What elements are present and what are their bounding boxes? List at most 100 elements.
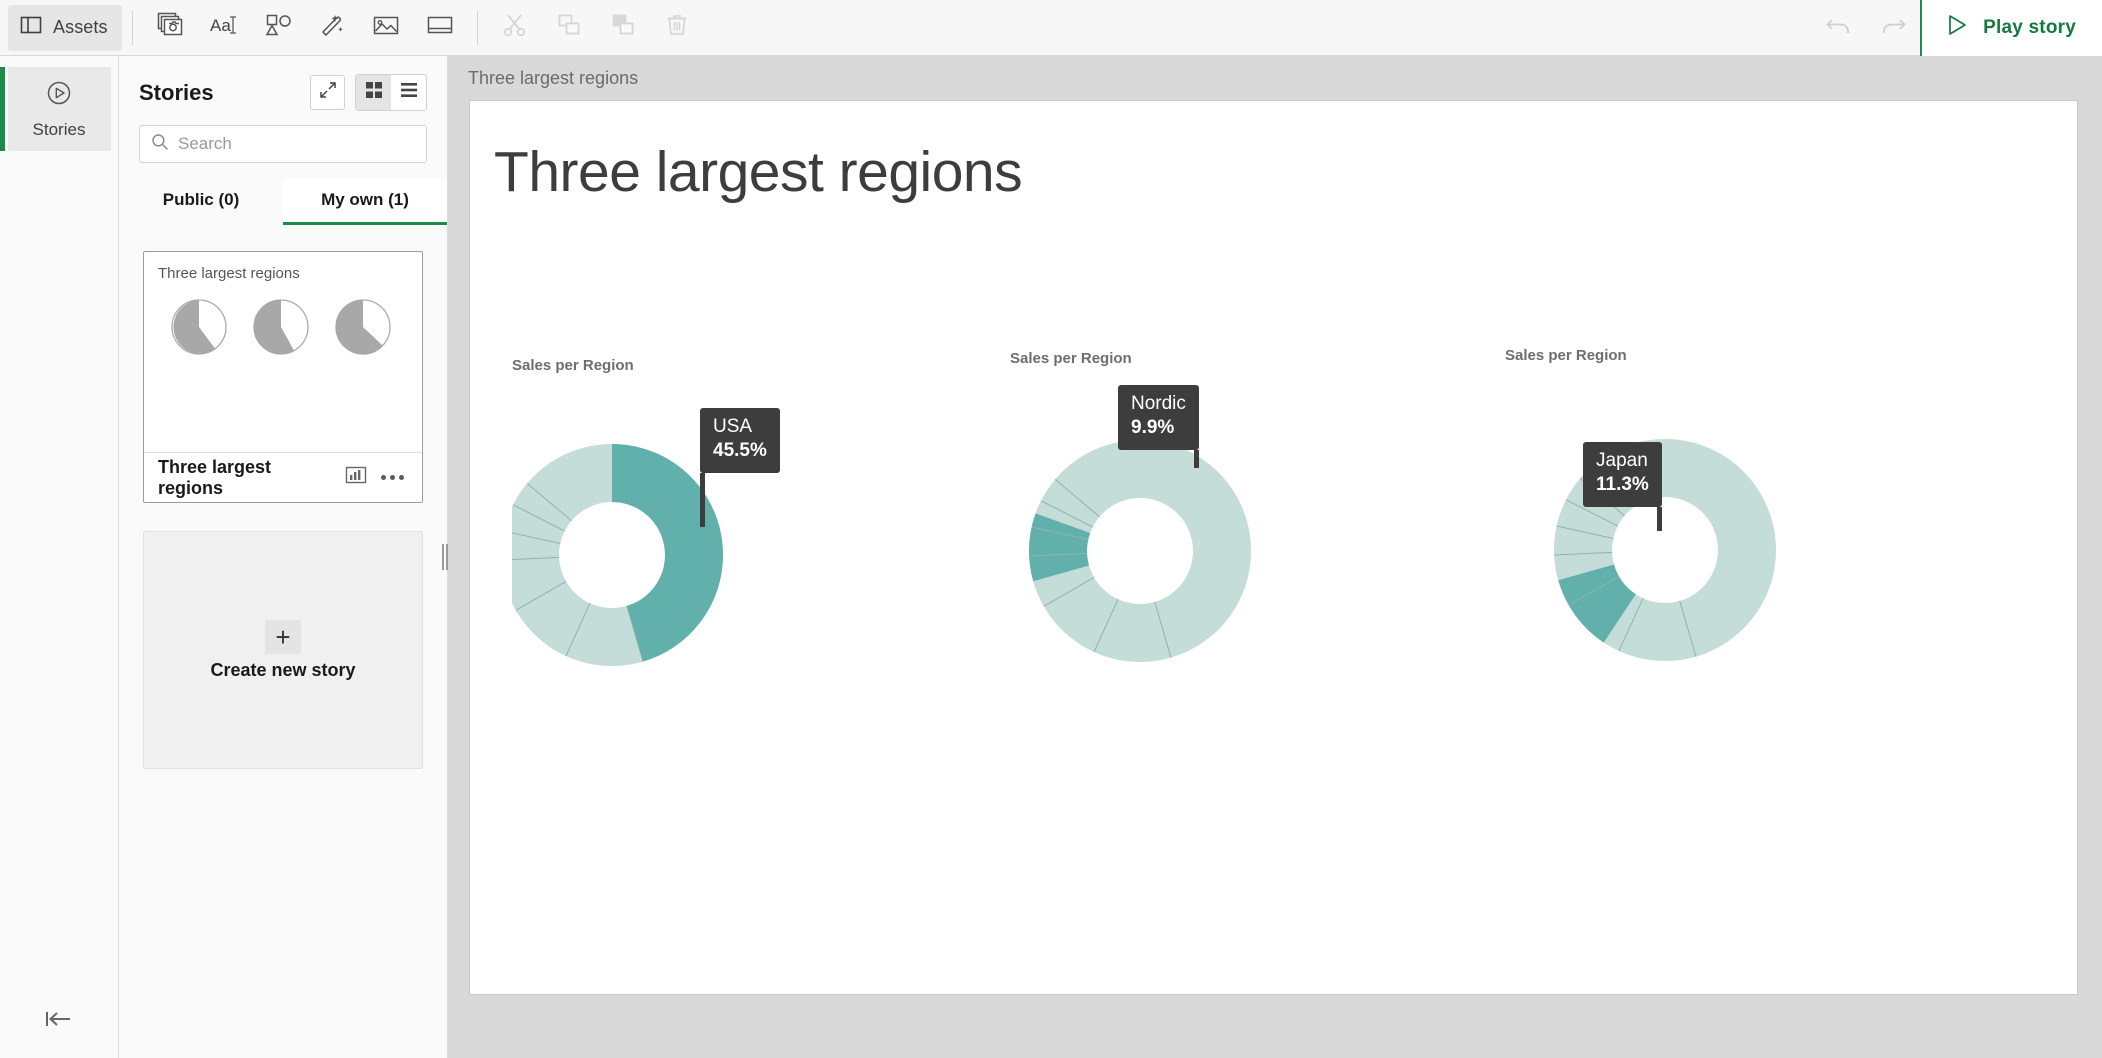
stories-tabs: Public (0) My own (1) bbox=[119, 179, 447, 225]
stories-panel-title: Stories bbox=[139, 79, 214, 105]
search-input[interactable] bbox=[178, 134, 415, 154]
thumb-pie-icon-1 bbox=[170, 298, 228, 361]
tab-public[interactable]: Public (0) bbox=[119, 179, 283, 225]
story-card[interactable]: Three largest regions Three largest regi… bbox=[143, 251, 423, 503]
sheet-icon bbox=[426, 12, 454, 43]
assets-button[interactable]: Assets bbox=[8, 4, 122, 51]
shapes-icon bbox=[264, 12, 292, 43]
tooltip-stem bbox=[1193, 449, 1199, 468]
panel-splitter[interactable] bbox=[440, 56, 450, 1058]
create-new-story-card[interactable]: + Create new story bbox=[143, 531, 423, 769]
donut-chart-1[interactable]: Sales per Region USA 45.5% bbox=[512, 357, 1052, 710]
media-image-icon-button[interactable] bbox=[359, 5, 413, 51]
create-new-story-label: Create new story bbox=[210, 659, 356, 680]
toolbar-divider-2 bbox=[476, 10, 478, 45]
effects-icon-button[interactable] bbox=[305, 5, 359, 51]
play-story-button[interactable]: Play story bbox=[1920, 0, 2102, 56]
donut-chart-1-tooltip: USA 45.5% bbox=[700, 408, 780, 527]
donut-chart-3[interactable]: Sales per Region Japan 11.3% bbox=[1505, 347, 2045, 700]
left-rail: Stories bbox=[0, 56, 119, 1058]
grid-icon bbox=[365, 81, 383, 104]
assets-button-label: Assets bbox=[53, 17, 108, 37]
donut-chart-2-tooltip: Nordic 9.9% bbox=[1118, 385, 1199, 468]
donut-chart-2-tooltip-label: Nordic bbox=[1131, 393, 1186, 414]
text-icon: Aa bbox=[210, 12, 238, 43]
expand-diagonal-icon bbox=[318, 80, 338, 105]
story-thumbnail-charts bbox=[158, 298, 408, 361]
donut-chart-2-title: Sales per Region bbox=[1010, 350, 1132, 367]
list-view-button[interactable] bbox=[391, 75, 426, 110]
toolbar-right-group: Play story bbox=[1812, 0, 2102, 56]
collapse-left-icon bbox=[42, 1006, 76, 1037]
story-editor-app: Assets Aa Play story Stories Stories Sea… bbox=[0, 0, 2102, 1058]
donut-chart-3-tooltip-value: 11.3% bbox=[1596, 474, 1649, 496]
donut-chart-3-title: Sales per Region bbox=[1505, 347, 1627, 364]
story-chart-icon[interactable] bbox=[345, 464, 367, 491]
donut-chart-3-tooltip-label: Japan bbox=[1596, 450, 1648, 471]
stories-panel-header: Stories bbox=[119, 56, 447, 111]
undo-button[interactable] bbox=[1812, 5, 1866, 51]
thumb-pie-icon-3 bbox=[334, 298, 392, 361]
donut-chart-1-tooltip-label: USA bbox=[713, 416, 753, 437]
paste-icon bbox=[610, 12, 636, 43]
expand-panel-button[interactable] bbox=[310, 75, 345, 110]
snapshot-library-icon-button[interactable] bbox=[143, 5, 197, 51]
top-toolbar: Assets Aa Play story bbox=[0, 0, 2102, 56]
grid-view-button[interactable] bbox=[356, 75, 391, 110]
stories-list: Three largest regions Three largest regi… bbox=[119, 225, 447, 1058]
play-triangle-icon bbox=[1944, 12, 1970, 43]
snapshot-library-icon bbox=[157, 12, 183, 43]
play-story-label: Play story bbox=[1983, 16, 2076, 38]
story-thumbnail: Three largest regions bbox=[144, 252, 422, 452]
redo-icon bbox=[1878, 12, 1908, 43]
shapes-icon-button[interactable] bbox=[251, 5, 305, 51]
stories-search[interactable] bbox=[139, 125, 427, 163]
tooltip-stem bbox=[1656, 506, 1662, 531]
media-image-icon bbox=[372, 12, 400, 43]
donut-chart-3-tooltip: Japan 11.3% bbox=[1583, 442, 1662, 531]
collapse-rail-button[interactable] bbox=[0, 984, 118, 1058]
tab-my-own[interactable]: My own (1) bbox=[283, 179, 447, 225]
play-circle-icon bbox=[44, 78, 74, 113]
tooltip-stem bbox=[700, 472, 705, 527]
cut-icon-button[interactable] bbox=[488, 5, 542, 51]
sidebar-item-stories[interactable]: Stories bbox=[0, 67, 111, 151]
donut-chart-1-tooltip-value: 45.5% bbox=[713, 440, 767, 462]
stories-panel: Stories Search Public (0) My own (1) Thr… bbox=[119, 56, 448, 1058]
effects-icon bbox=[318, 12, 346, 43]
story-more-menu[interactable] bbox=[377, 469, 408, 486]
story-canvas-area: Three largest regions Three largest regi… bbox=[448, 56, 2102, 1058]
donut-chart-3-graphic: Japan 11.3% bbox=[1505, 390, 2045, 700]
plus-icon: + bbox=[265, 619, 301, 654]
text-icon-button[interactable]: Aa bbox=[197, 5, 251, 51]
stories-panel-actions bbox=[310, 74, 427, 111]
svg-text:Aa: Aa bbox=[210, 16, 231, 35]
donut-chart-2[interactable]: Sales per Region Nordic 9.9% bbox=[1010, 350, 1550, 703]
app-body: Stories Stories Search Public (0) My own… bbox=[0, 56, 2102, 1058]
view-mode-toggle bbox=[355, 74, 427, 111]
delete-icon bbox=[664, 12, 690, 43]
slide-title: Three largest regions bbox=[494, 140, 1023, 204]
thumb-pie-icon-2 bbox=[252, 298, 310, 361]
toolbar-divider-1 bbox=[131, 10, 133, 45]
breadcrumb: Three largest regions bbox=[468, 68, 639, 88]
story-slide[interactable]: Three largest regions Sales per Region U… bbox=[469, 100, 2078, 995]
sidebar-item-stories-label: Stories bbox=[32, 120, 86, 139]
search-icon bbox=[151, 133, 169, 156]
story-card-name: Three largest regions bbox=[158, 456, 272, 498]
story-thumbnail-title: Three largest regions bbox=[158, 265, 300, 282]
donut-chart-1-graphic: USA 45.5% bbox=[512, 400, 1052, 710]
copy-icon bbox=[556, 12, 582, 43]
copy-icon-button[interactable] bbox=[542, 5, 596, 51]
undo-icon bbox=[1824, 12, 1854, 43]
redo-button[interactable] bbox=[1866, 5, 1920, 51]
delete-icon-button[interactable] bbox=[650, 5, 704, 51]
paste-icon-button[interactable] bbox=[596, 5, 650, 51]
sheet-icon-button[interactable] bbox=[413, 5, 467, 51]
donut-chart-1-title: Sales per Region bbox=[512, 357, 634, 374]
donut-chart-2-tooltip-value: 9.9% bbox=[1131, 417, 1175, 439]
cut-icon bbox=[502, 12, 528, 43]
panel-layout-icon bbox=[20, 14, 42, 41]
story-card-footer: Three largest regions bbox=[144, 452, 422, 502]
list-icon bbox=[400, 81, 418, 104]
